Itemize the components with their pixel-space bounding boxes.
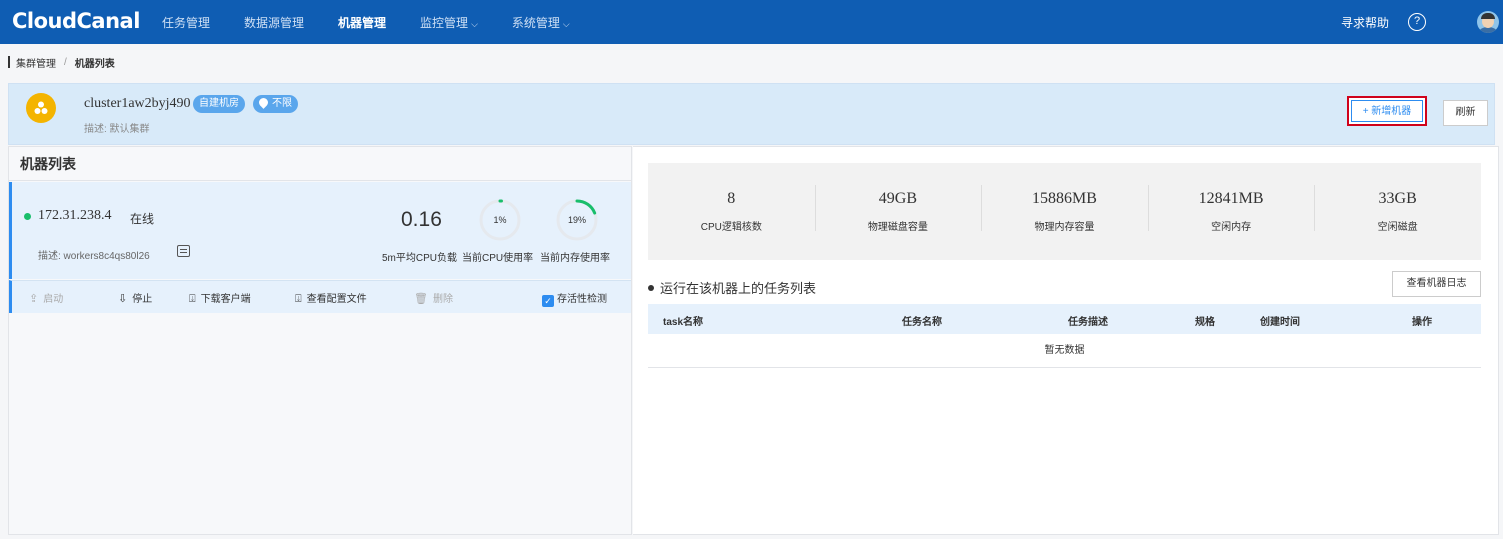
stat-free-disk: 33GB 空闲磁盘: [1314, 163, 1481, 260]
stat-value: 12841MB: [1198, 190, 1264, 207]
cpu-usage-ring: 1%: [478, 198, 522, 242]
cluster-type-tag: 自建机房: [193, 95, 245, 113]
cluster-region-tag: 不限: [253, 95, 298, 113]
memory-usage-value: 19%: [567, 215, 586, 225]
cluster-name: cluster1aw2byj490: [84, 96, 191, 111]
file-icon: ⍗: [295, 293, 302, 305]
column-created-time[interactable]: 创建时间: [1260, 313, 1300, 328]
breadcrumb: 集群管理 / 机器列表: [8, 55, 115, 70]
delete-button[interactable]: 🗑 删除: [414, 290, 453, 305]
breadcrumb-current: 机器列表: [74, 58, 115, 70]
nav-machine-management[interactable]: 机器管理: [338, 0, 386, 44]
start-button[interactable]: ⇪ 启动: [29, 290, 63, 305]
cluster-icon: [26, 93, 56, 123]
stat-label: 空闲磁盘: [1377, 222, 1418, 233]
chevron-down-icon: ⌵: [471, 19, 478, 29]
breadcrumb-parent[interactable]: 集群管理: [16, 55, 56, 70]
memory-usage-label: 当前内存使用率: [540, 253, 610, 264]
cluster-description: 描述: 默认集群: [84, 124, 150, 135]
nav-system-management[interactable]: 系统管理 ⌵: [512, 0, 570, 44]
task-table-empty: 暂无数据: [648, 334, 1481, 368]
main-nav: 任务管理 数据源管理 机器管理 监控管理 ⌵ 系统管理 ⌵: [162, 0, 604, 44]
view-config-button[interactable]: ⍗ 查看配置文件: [295, 290, 367, 306]
column-job-name[interactable]: 任务名称: [902, 313, 942, 328]
chevron-down-icon: ⌵: [562, 19, 570, 29]
help-link[interactable]: 寻求帮助: [1341, 0, 1389, 46]
stat-value: 8: [727, 190, 736, 207]
question-icon[interactable]: ?: [1408, 13, 1426, 31]
nav-task-management[interactable]: 任务管理: [162, 0, 210, 44]
checkbox-checked-icon: ✓: [542, 295, 554, 307]
stat-label: 物理磁盘容量: [867, 222, 928, 233]
task-table-header: task名称 任务名称 任务描述 规格 创建时间 操作: [648, 304, 1481, 334]
task-list-title: 运行在该机器上的任务列表: [648, 278, 816, 297]
online-status-dot: [24, 213, 31, 220]
machine-status: 在线: [130, 212, 155, 226]
breadcrumb-separator: /: [64, 56, 67, 68]
stat-value: 15886MB: [1032, 190, 1097, 207]
edit-description-icon[interactable]: [177, 245, 190, 257]
add-machine-button[interactable]: + 新增机器: [1347, 96, 1427, 126]
stat-value: 33GB: [1378, 190, 1417, 207]
machine-card[interactable]: 172.31.238.4 在线 描述: workers8c4qs80l26 0.…: [9, 182, 631, 279]
machine-list-title: 机器列表: [9, 147, 631, 181]
cpu-load-label: 5m平均CPU负载: [382, 253, 458, 264]
machine-stats: 8 CPU逻辑核数 49GB 物理磁盘容量 15886MB 物理内存容量 128…: [648, 163, 1481, 260]
stat-label: CPU逻辑核数: [700, 222, 762, 233]
machine-detail-panel: 8 CPU逻辑核数 49GB 物理磁盘容量 15886MB 物理内存容量 128…: [633, 146, 1499, 535]
cpu-usage-label: 当前CPU使用率: [462, 253, 534, 264]
cpu-usage-value: 1%: [493, 215, 507, 225]
download-icon: ⍗: [189, 293, 196, 305]
breadcrumb-bar: [8, 56, 10, 68]
stop-icon: ⇩: [118, 293, 128, 305]
top-navbar: CloudCanal 任务管理 数据源管理 机器管理 监控管理 ⌵ 系统管理 ⌵ 寻…: [0, 0, 1503, 44]
machine-description: 描述: workers8c4qs80l26: [38, 251, 150, 262]
view-machine-log-button[interactable]: 查看机器日志: [1392, 271, 1481, 297]
cloudcanal-logo[interactable]: CloudCanal: [12, 9, 140, 33]
nav-monitor-management[interactable]: 监控管理 ⌵: [420, 0, 478, 44]
download-client-button[interactable]: ⍗ 下载客户端: [189, 290, 251, 306]
trash-icon: 🗑: [414, 293, 428, 305]
liveness-check-checkbox[interactable]: ✓ 存活性检测: [542, 290, 607, 307]
machine-list-panel: 机器列表 172.31.238.4 在线 描述: workers8c4qs80l…: [8, 146, 632, 535]
memory-usage-ring: 19%: [555, 198, 599, 242]
stat-memory-capacity: 15886MB 物理内存容量: [981, 163, 1148, 260]
machine-actions-bar: ⇪ 启动 ⇩ 停止 ⍗ 下载客户端 ⍗ 查看配置文件 🗑 删除 ✓ 存活性检测: [9, 280, 631, 313]
bullet-icon: [648, 285, 654, 291]
location-pin-icon: [257, 96, 270, 109]
nav-datasource-management[interactable]: 数据源管理: [244, 0, 304, 44]
column-spec[interactable]: 规格: [1195, 313, 1215, 328]
stat-label: 物理内存容量: [1034, 222, 1095, 233]
machine-ip: 172.31.238.4: [38, 208, 112, 223]
column-job-desc[interactable]: 任务描述: [1068, 313, 1108, 328]
user-avatar[interactable]: [1477, 11, 1499, 33]
start-icon: ⇪: [29, 293, 39, 305]
stat-disk-capacity: 49GB 物理磁盘容量: [814, 163, 982, 260]
stat-value: 49GB: [878, 190, 917, 207]
stat-label: 空闲内存: [1211, 222, 1252, 233]
column-task-name[interactable]: task名称: [663, 313, 703, 328]
refresh-button[interactable]: 刷新: [1443, 100, 1488, 126]
stop-button[interactable]: ⇩ 停止: [118, 290, 152, 305]
stat-free-memory: 12841MB 空闲内存: [1147, 163, 1315, 260]
cpu-load-value: 0.16: [401, 208, 442, 231]
cluster-header: cluster1aw2byj490 自建机房 不限 描述: 默认集群 + 新增机…: [8, 83, 1495, 145]
stat-cpu-cores: 8 CPU逻辑核数: [648, 163, 815, 260]
column-operation: 操作: [1412, 317, 1432, 328]
